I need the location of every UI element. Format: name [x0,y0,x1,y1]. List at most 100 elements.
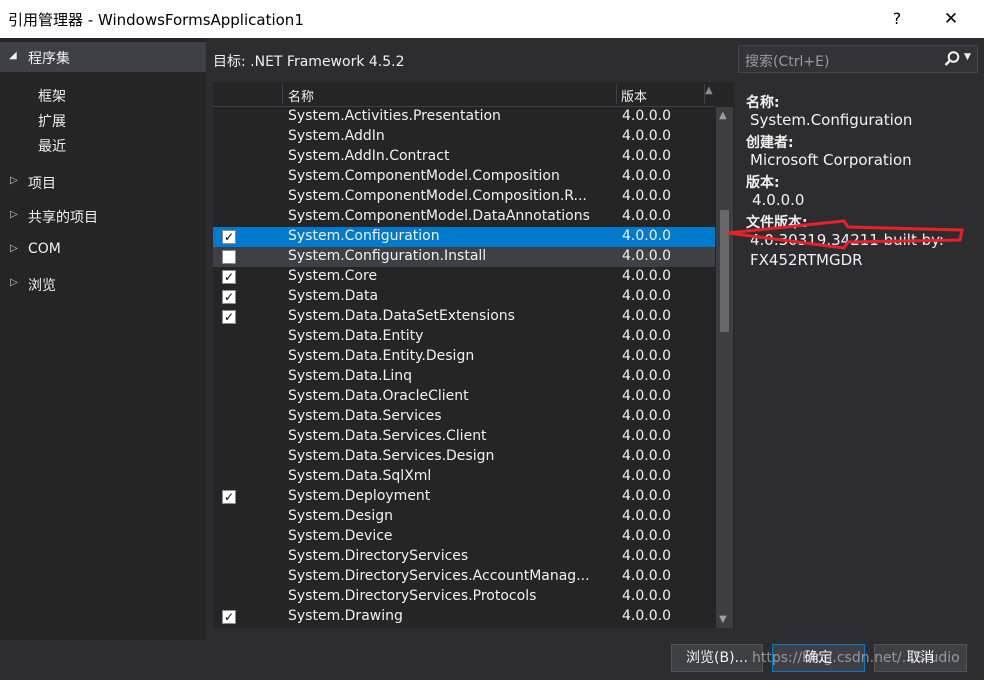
sidebar-item-projects[interactable]: ▷ 项目 [0,171,206,195]
table-row[interactable]: System.Device 4.0.0.0 [213,527,715,547]
assembly-version: 4.0.0.0 [622,548,671,564]
table-row[interactable]: System.DirectoryServices 4.0.0.0 [213,547,715,567]
assembly-version: 4.0.0.0 [622,248,671,264]
assembly-name: System.Design [288,508,393,524]
sidebar-item-recent[interactable]: 最近 [38,136,66,156]
assembly-version: 4.0.0.0 [622,408,671,424]
caret-right-icon: ▷ [10,209,18,220]
assembly-version: 4.0.0.0 [622,228,671,244]
table-row[interactable]: System.Data.OracleClient 4.0.0.0 [213,387,715,407]
assembly-name: System.Data.SqlXml [288,468,432,484]
table-row[interactable]: System.Data.Services.Client 4.0.0.0 [213,427,715,447]
assembly-version: 4.0.0.0 [622,488,671,504]
column-separator[interactable] [282,84,283,104]
table-row[interactable]: System.Data.Entity 4.0.0.0 [213,327,715,347]
assembly-name: System.ComponentModel.DataAnnotations [288,208,590,224]
sidebar: ◢ 程序集 框架 扩展 最近 ▷ 项目 ▷ 共享的项目 ▷ COM ▷ 浏览 [0,38,206,640]
table-row[interactable]: ✓ System.Core 4.0.0.0 [213,267,715,287]
assembly-name: System.DirectoryServices.AccountManag... [288,568,590,584]
sidebar-item-label: 项目 [28,176,56,192]
column-header-version[interactable]: 版本 [621,86,647,105]
reference-checkbox[interactable]: ✓ [222,310,236,324]
assembly-name: System.DirectoryServices.Protocols [288,588,537,604]
reference-checkbox[interactable]: ✓ [222,290,236,304]
scroll-up-icon[interactable]: ▲ [719,110,727,121]
table-row[interactable]: System.AddIn.Contract 4.0.0.0 [213,147,715,167]
reference-checkbox[interactable]: ✓ [222,270,236,284]
table-row[interactable]: System.Design 4.0.0.0 [213,507,715,527]
table-row[interactable]: ✓ System.Deployment 4.0.0.0 [213,487,715,507]
assembly-version: 4.0.0.0 [622,568,671,584]
assembly-name: System.Data.Entity [288,328,424,344]
detail-file-version-value-line2: FX452RTMGDR [750,251,863,269]
assembly-name: System.Drawing [288,608,403,624]
assembly-name: System.Data.Linq [288,368,412,384]
assembly-version: 4.0.0.0 [622,348,671,364]
title-bar: 引用管理器 - WindowsFormsApplication1 ? ✕ [0,0,984,38]
search-input[interactable]: 搜索(Ctrl+E) ▼ [738,45,978,73]
table-row[interactable]: ✓ System.Drawing 4.0.0.0 [213,607,715,627]
vertical-scrollbar[interactable]: ▲ ▼ [716,107,733,628]
target-framework-label: 目标: .NET Framework 4.5.2 [213,54,405,70]
table-row[interactable]: System.ComponentModel.Composition 4.0.0.0 [213,167,715,187]
table-row[interactable]: System.AddIn 4.0.0.0 [213,127,715,147]
table-row[interactable]: ✓ System.Data 4.0.0.0 [213,287,715,307]
detail-version-value: 4.0.0.0 [752,191,805,209]
help-button[interactable]: ? [882,6,912,32]
column-header-name[interactable]: 名称 [288,86,314,105]
close-button[interactable]: ✕ [936,6,966,32]
assembly-name: System.AddIn [288,128,385,144]
sidebar-item-shared-projects[interactable]: ▷ 共享的项目 [0,205,206,229]
reference-checkbox[interactable] [222,250,236,264]
assembly-name: System.Data.Services.Design [288,448,495,464]
watermark: https://blog.csdn.net/...Studio [752,650,960,666]
column-separator[interactable] [616,84,617,104]
search-placeholder: 搜索(Ctrl+E) [745,54,830,70]
annotation-arrow-icon [727,219,964,250]
table-row[interactable]: System.Data.Services.Design 4.0.0.0 [213,447,715,467]
reference-checkbox[interactable]: ✓ [222,610,236,624]
search-options-dropdown-icon[interactable]: ▼ [964,52,971,62]
scroll-down-icon[interactable]: ▼ [719,614,727,625]
reference-checkbox[interactable]: ✓ [222,490,236,504]
table-row[interactable]: ✓ System.Data.DataSetExtensions 4.0.0.0 [213,307,715,327]
table-row[interactable]: System.Data.Services 4.0.0.0 [213,407,715,427]
table-row[interactable]: System.Configuration.Install 4.0.0.0 [213,247,715,267]
window-title: 引用管理器 - WindowsFormsApplication1 [8,11,304,29]
sidebar-item-label: 浏览 [28,278,56,294]
sidebar-header-label: 程序集 [28,51,70,67]
assembly-name: System.AddIn.Contract [288,148,450,164]
search-icon[interactable] [943,50,961,68]
assembly-version: 4.0.0.0 [622,128,671,144]
detail-creator-label: 创建者: [746,135,794,151]
table-row[interactable]: System.Activities.Presentation 4.0.0.0 [213,107,715,127]
reference-checkbox[interactable]: ✓ [222,230,236,244]
caret-right-icon: ▷ [10,243,18,254]
assembly-version: 4.0.0.0 [622,428,671,444]
table-row[interactable]: System.DirectoryServices.Protocols 4.0.0.… [213,587,715,607]
sidebar-item-com[interactable]: ▷ COM [0,239,206,263]
table-row[interactable]: System.ComponentModel.DataAnnotations 4.0… [213,207,715,227]
detail-name-label: 名称: [746,95,780,111]
assembly-version: 4.0.0.0 [622,608,671,624]
table-row[interactable]: ✓ System.Configuration 4.0.0.0 [213,227,715,247]
sidebar-item-assemblies[interactable]: ◢ 程序集 [0,42,206,72]
table-row[interactable]: System.DirectoryServices.AccountManag...… [213,567,715,587]
table-row[interactable]: System.Data.SqlXml 4.0.0.0 [213,467,715,487]
assembly-version: 4.0.0.0 [622,388,671,404]
assembly-name: System.Data.DataSetExtensions [288,308,515,324]
assembly-version: 4.0.0.0 [622,188,671,204]
assembly-version: 4.0.0.0 [622,468,671,484]
table-row[interactable]: System.Data.Entity.Design 4.0.0.0 [213,347,715,367]
assembly-version: 4.0.0.0 [622,448,671,464]
assembly-name: System.Data.OracleClient [288,388,469,404]
sidebar-item-label: 共享的项目 [28,210,98,226]
column-header: 名称 版本 ▲ [213,82,715,107]
sort-up-icon: ▲ [705,85,713,96]
sidebar-item-framework[interactable]: 框架 [38,86,66,106]
browse-button[interactable]: 浏览(B)... [671,644,763,672]
sidebar-item-extensions[interactable]: 扩展 [38,111,66,131]
table-row[interactable]: System.Data.Linq 4.0.0.0 [213,367,715,387]
sidebar-item-browse[interactable]: ▷ 浏览 [0,273,206,297]
table-row[interactable]: System.ComponentModel.Composition.R... 4.… [213,187,715,207]
